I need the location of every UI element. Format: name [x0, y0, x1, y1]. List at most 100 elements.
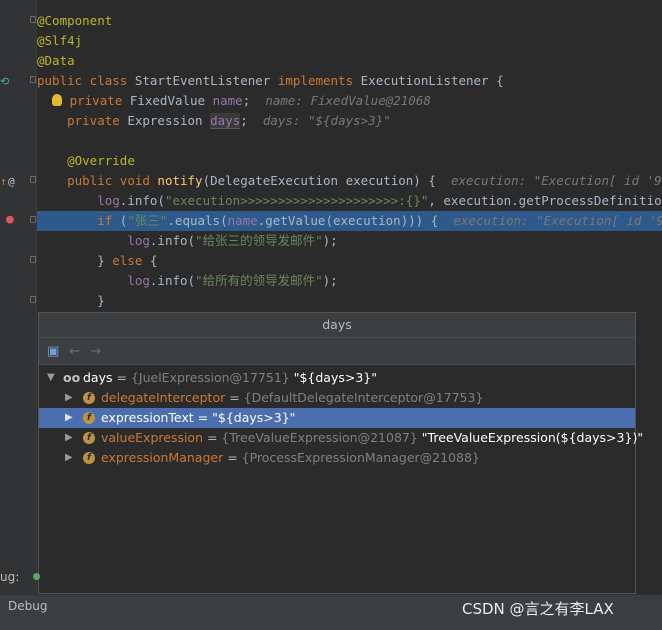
chevron-right-icon[interactable]: ▶ — [65, 388, 73, 408]
punctuation: } — [97, 253, 113, 268]
punctuation: ; — [242, 93, 251, 108]
interface-name: ExecutionListener { — [360, 73, 504, 88]
code-line: @Slf4j — [37, 31, 662, 51]
keyword: private — [69, 93, 130, 108]
string-literal: "给所有的领导发邮件" — [195, 273, 323, 288]
code-line: log.info("给张三的领导发邮件"); — [37, 231, 662, 251]
type-name: Expression — [127, 113, 211, 128]
popup-title[interactable]: days — [39, 313, 635, 338]
variable-tree[interactable]: ▼ oo days = {JuelExpression@17751} "${da… — [39, 368, 643, 468]
punctuation: { — [142, 253, 158, 268]
tree-child-node[interactable]: ▶ f valueExpression = {TreeValueExpressi… — [39, 428, 643, 448]
method-name: notify — [157, 173, 203, 188]
method-call: .info( — [119, 193, 165, 208]
inline-debug-hint: execution: "Execution[ id '9fa7493 — [450, 173, 662, 188]
tree-root-node[interactable]: ▼ oo days = {JuelExpression@17751} "${da… — [39, 368, 635, 388]
method-call: .info( — [149, 233, 196, 248]
code-line: log.info("execution>>>>>>>>>>>>>>>>>>>>>… — [37, 191, 662, 211]
variable-name: expressionManager — [101, 450, 224, 465]
equals-sign: = — [225, 390, 244, 405]
annotation: @Slf4j — [37, 33, 83, 48]
variable-name: expressionText — [101, 410, 194, 425]
chevron-right-icon[interactable]: ▶ — [65, 428, 73, 448]
variable-name: delegateInterceptor — [101, 390, 226, 405]
implements-icon[interactable]: ⟲ — [0, 76, 9, 88]
string-literal: "张三" — [127, 213, 168, 228]
debug-tab[interactable]: Debug — [8, 599, 47, 613]
inline-debug-hint: execution: "Execution[ id '9fa7493 — [453, 213, 662, 228]
code-line: public void notify(DelegateExecution exe… — [37, 171, 662, 191]
annotation: @Component — [37, 13, 113, 28]
method-call: .equals( — [167, 213, 228, 228]
punctuation: } — [97, 293, 105, 308]
current-execution-line: if ("张三".equals(name.getValue(execution)… — [37, 211, 662, 231]
keyword: private — [67, 113, 128, 128]
annotation: @Data — [37, 53, 75, 68]
field-name: name — [212, 93, 243, 108]
watch-glasses-icon: oo — [63, 370, 81, 385]
chevron-right-icon[interactable]: ▶ — [65, 408, 73, 428]
code-line: log.info("给所有的领导发邮件"); — [37, 271, 662, 291]
field-name: log — [127, 233, 150, 248]
popup-toolbar: ▣ ← → — [39, 338, 635, 365]
field-name: days — [210, 113, 241, 129]
add-to-watches-icon[interactable]: ▣ — [47, 344, 59, 359]
variable-value: "${days>3}" — [289, 370, 377, 385]
variable-value: "${days>3}" — [212, 410, 296, 425]
tree-child-node[interactable]: ▶ f expressionManager = {ProcessExpressi… — [39, 448, 635, 468]
method-call: .info( — [149, 273, 196, 288]
field-icon: f — [83, 392, 95, 404]
forward-icon[interactable]: → — [90, 344, 101, 359]
back-icon[interactable]: ← — [69, 344, 80, 359]
equals-sign: = — [112, 370, 131, 385]
keyword: implements — [277, 73, 361, 88]
string-literal: "execution>>>>>>>>>>>>>>>>>>>>>:{}" — [164, 193, 429, 208]
code-line: @Data — [37, 51, 662, 71]
equals-sign: = — [223, 450, 242, 465]
keyword: public class — [37, 73, 135, 88]
inline-debug-hint: days: "${days>3}" — [262, 113, 391, 128]
keyword: if — [97, 213, 120, 228]
code-line: private FixedValue name; name: FixedValu… — [37, 91, 662, 111]
type-name: FixedValue — [129, 93, 213, 108]
field-name: log — [97, 193, 120, 208]
code-line: } else { — [37, 251, 662, 271]
editor-gutter: ⟲ ↑ @ ● — [0, 0, 36, 629]
class-name: StartEventListener — [134, 73, 278, 88]
field-icon: f — [83, 432, 95, 444]
code-line: @Component — [37, 11, 662, 31]
keyword: public void — [67, 173, 158, 188]
annotation: @Override — [67, 153, 135, 168]
variable-name: valueExpression — [101, 430, 203, 445]
lightbulb-icon[interactable] — [52, 94, 63, 106]
annotation-marker-icon[interactable]: @ — [8, 176, 15, 188]
code-line: @Override — [37, 151, 662, 171]
tree-child-node-selected[interactable]: ▶ f expressionText = "${days>3}" — [39, 408, 635, 428]
field-icon: f — [83, 452, 95, 464]
variable-inspector-popup[interactable]: days ▣ ← → ▼ oo days = {JuelExpression@1… — [38, 312, 643, 594]
variable-type: {ProcessExpressionManager@21088} — [241, 450, 480, 465]
code-line: public class StartEventListener implemen… — [37, 71, 662, 91]
code-line: private Expression days; days: "${days>3… — [37, 111, 662, 131]
variable-type: {TreeValueExpression@21087} — [221, 430, 418, 445]
run-status-icon — [33, 573, 40, 580]
variable-value: "TreeValueExpression(${days>3})" — [417, 430, 644, 445]
override-arrow-icon[interactable]: ↑ — [0, 176, 7, 188]
tree-child-node[interactable]: ▶ f delegateInterceptor = {DefaultDelega… — [39, 388, 635, 408]
equals-sign: = — [193, 410, 213, 425]
variable-type: {DefaultDelegateInterceptor@17753} — [243, 390, 484, 405]
punctuation: ); — [322, 233, 338, 248]
keyword: else — [112, 253, 143, 268]
field-name: log — [127, 273, 150, 288]
chevron-down-icon[interactable]: ▼ — [47, 368, 55, 388]
code-text: .getValue(execution))) { — [257, 213, 439, 228]
field-icon: f — [83, 412, 95, 424]
code-line: } — [37, 291, 662, 311]
watermark: CSDN @言之有李LAX — [462, 600, 614, 618]
variable-type: {JuelExpression@17751} — [130, 370, 290, 385]
string-literal: "给张三的领导发邮件" — [195, 233, 323, 248]
breakpoint-icon[interactable]: ● — [6, 213, 14, 226]
inline-debug-hint: name: FixedValue@21068 — [265, 93, 431, 108]
chevron-right-icon[interactable]: ▶ — [65, 448, 73, 468]
equals-sign: = — [203, 430, 222, 445]
